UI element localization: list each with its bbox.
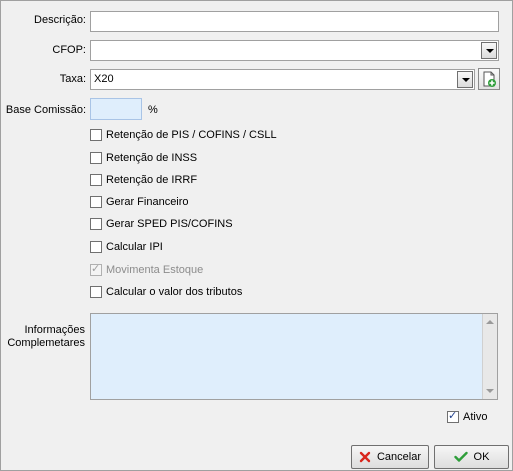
checkbox-retencao-pis-cofins-csll[interactable]: Retenção de PIS / COFINS / CSLL (90, 127, 277, 142)
checkbox-ativo[interactable]: Ativo (447, 409, 487, 424)
cancel-button-label: Cancelar (376, 451, 422, 463)
checkbox-box (90, 262, 102, 276)
ok-button-label: OK (473, 451, 490, 463)
informacoes-label-line1: Informações (24, 324, 85, 336)
new-taxa-button[interactable] (478, 68, 500, 90)
checkbox-calcular-tributos[interactable]: Calcular o valor dos tributos (90, 284, 242, 299)
textarea-scrollbar[interactable] (482, 314, 497, 399)
checkbox-box[interactable] (90, 195, 102, 208)
checkbox-box[interactable] (447, 409, 459, 423)
descricao-label: Descrição: (34, 14, 86, 26)
check-icon (453, 451, 468, 462)
base-comissao-input[interactable] (90, 98, 142, 120)
checkbox-label: Gerar Financeiro (106, 195, 189, 208)
checkbox-box[interactable] (90, 151, 102, 164)
checkbox-calcular-ipi[interactable]: Calcular IPI (90, 239, 163, 254)
checkbox-retencao-irrf[interactable]: Retenção de IRRF (90, 172, 197, 187)
scroll-down-icon[interactable] (486, 389, 494, 393)
checkbox-label: Retenção de IRRF (106, 173, 198, 186)
checkbox-movimenta-estoque: Movimenta Estoque (90, 262, 203, 277)
cfop-label: CFOP: (52, 44, 86, 56)
checkbox-box[interactable] (90, 128, 102, 141)
cancel-button[interactable]: Cancelar (351, 445, 429, 469)
new-document-icon (483, 71, 496, 87)
checkbox-box[interactable] (90, 173, 102, 186)
percent-symbol: % (148, 104, 158, 116)
taxa-label: Taxa: (59, 73, 86, 85)
checkbox-label: Calcular IPI (106, 240, 163, 253)
cfop-select[interactable] (90, 40, 499, 61)
checkbox-gerar-financeiro[interactable]: Gerar Financeiro (90, 194, 189, 209)
taxa-dropdown-button[interactable] (457, 71, 473, 88)
checkbox-label: Retenção de PIS / COFINS / CSLL (106, 128, 277, 141)
taxa-select[interactable]: X20 (90, 69, 475, 90)
checkbox-box[interactable] (90, 240, 102, 253)
checkbox-box[interactable] (90, 217, 102, 230)
ok-button[interactable]: OK (434, 445, 509, 469)
checkbox-retencao-inss[interactable]: Retenção de INSS (90, 150, 197, 165)
close-icon (359, 451, 371, 463)
dialog-window: Descrição: CFOP: Taxa: X20 Base Comissão… (0, 0, 513, 471)
base-comissao-label: Base Comissão: (5, 104, 86, 116)
checkbox-gerar-sped[interactable]: Gerar SPED PIS/COFINS (90, 216, 233, 231)
informacoes-textarea[interactable] (90, 313, 498, 400)
scroll-up-icon[interactable] (486, 320, 494, 324)
checkbox-label: Movimenta Estoque (106, 263, 204, 276)
checkbox-label: Calcular o valor dos tributos (106, 285, 243, 298)
checkbox-label: Gerar SPED PIS/COFINS (106, 217, 233, 230)
cfop-dropdown-button[interactable] (481, 42, 497, 59)
descricao-input[interactable] (90, 11, 499, 32)
checkbox-box[interactable] (90, 285, 102, 298)
ativo-label: Ativo (463, 410, 488, 423)
checkbox-label: Retenção de INSS (106, 151, 198, 164)
informacoes-label-line2: Complemetares (7, 337, 85, 349)
